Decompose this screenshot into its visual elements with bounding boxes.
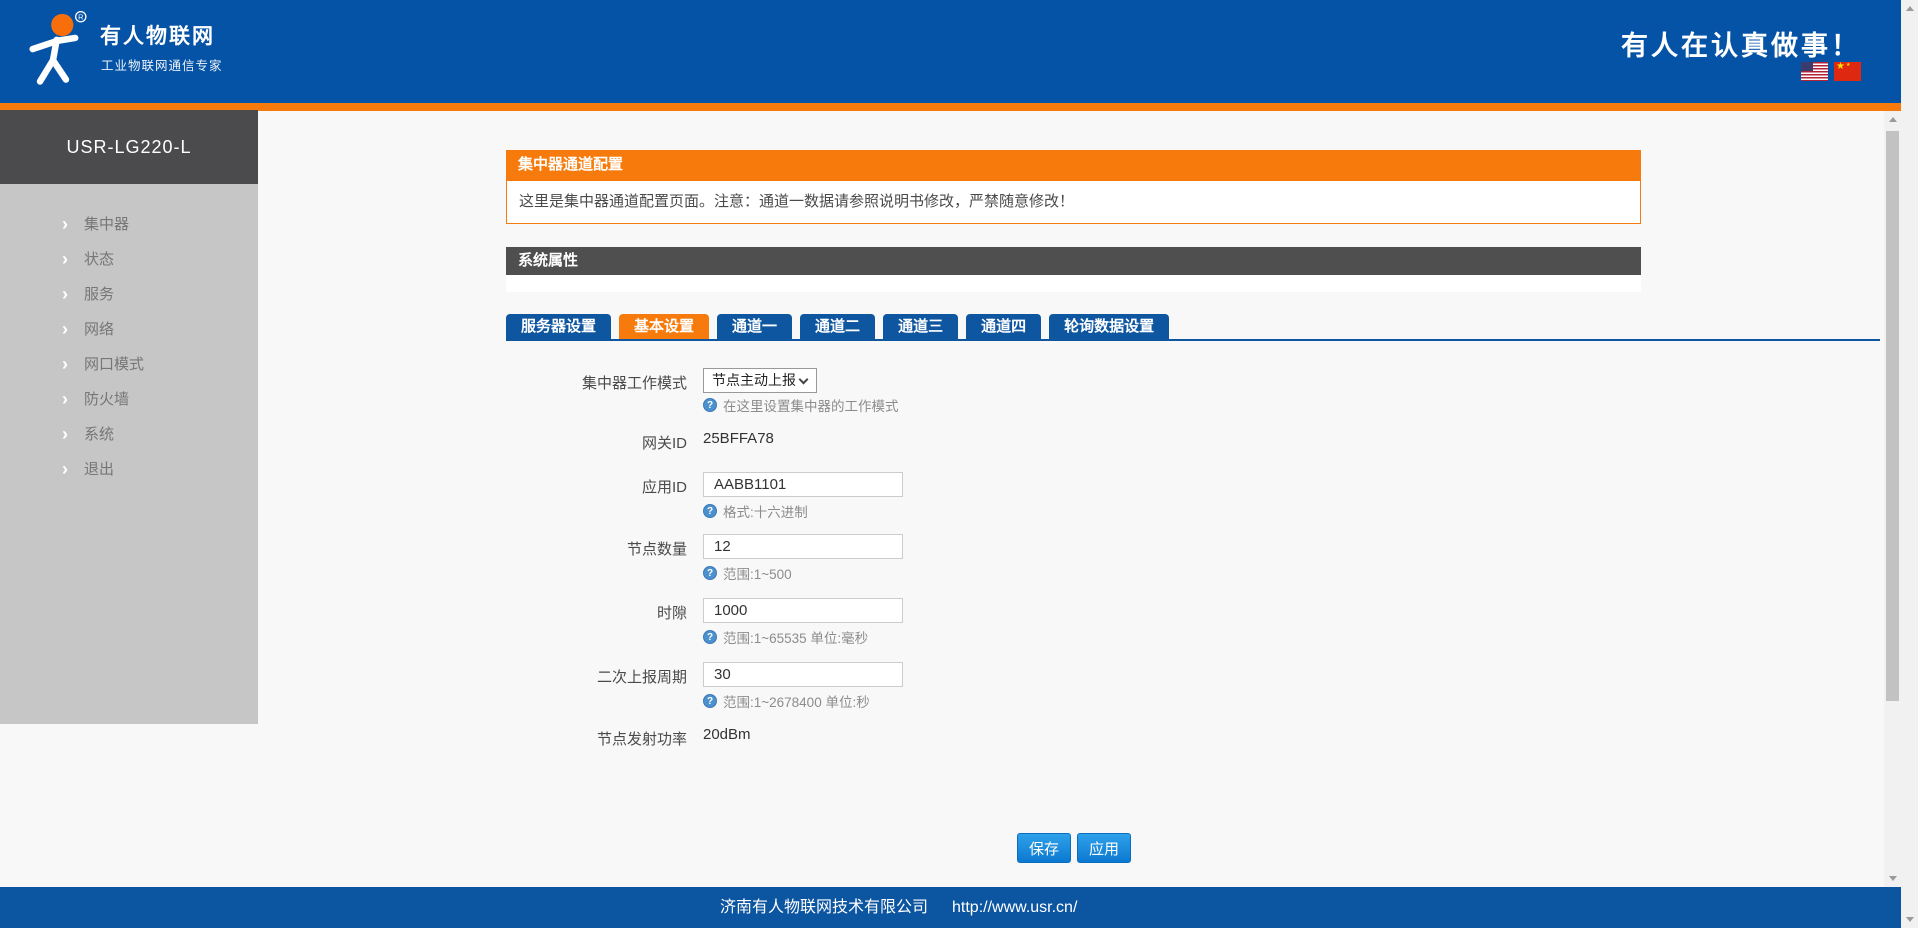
- tab-server-settings[interactable]: 服务器设置: [506, 314, 612, 339]
- sidebar-item-label: 集中器: [84, 216, 130, 233]
- sidebar-item-network[interactable]: › 网络: [0, 312, 258, 347]
- section-title: 系统属性: [506, 247, 1641, 275]
- time-slot-help: 范围:1~65535 单位:毫秒: [703, 629, 869, 646]
- settings-tabs: 服务器设置 基本设置 通道一 通道二 通道三 通道四 轮询数据设置: [506, 314, 1170, 339]
- chevron-right-icon: ›: [62, 389, 68, 409]
- chevron-down-icon: [798, 374, 809, 385]
- tab-channel-3[interactable]: 通道三: [883, 314, 959, 339]
- brand-tagline: 工业物联网通信专家: [101, 59, 223, 73]
- header-accent-stripe: [0, 103, 1901, 111]
- scroll-up-button[interactable]: [1884, 111, 1901, 128]
- chevron-right-icon: ›: [62, 424, 68, 444]
- top-header: R 有人物联网 工业物联网通信专家 有人在认真做事！: [0, 0, 1901, 103]
- help-icon: [703, 630, 717, 644]
- save-button[interactable]: 保存: [1017, 833, 1071, 863]
- sidebar-item-label: 状态: [84, 251, 115, 268]
- main-workspace: [0, 111, 1901, 887]
- node-count-label: 节点数量: [626, 541, 687, 558]
- time-slot-label: 时隙: [656, 605, 687, 622]
- footer-company: 济南有人物联网技术有限公司: [720, 899, 929, 916]
- header-slogan: 有人在认真做事！: [1621, 31, 1861, 61]
- scrollbar-thumb[interactable]: [1886, 131, 1899, 701]
- section-spacer: [506, 275, 1641, 292]
- node-tx-power-label: 节点发射功率: [596, 731, 687, 748]
- chevron-right-icon: ›: [62, 284, 68, 304]
- work-mode-selected-value: 节点主动上报: [712, 372, 796, 388]
- sidebar-item-label: 退出: [84, 461, 115, 478]
- gateway-id-value: 25BFFA78: [703, 430, 774, 447]
- tab-channel-2[interactable]: 通道二: [800, 314, 876, 339]
- us-flag-icon[interactable]: [1801, 62, 1828, 81]
- sidebar-item-label: 系统: [84, 426, 115, 443]
- sidebar-item-label: 网络: [84, 321, 115, 338]
- chevron-right-icon: ›: [62, 214, 68, 234]
- help-icon: [703, 566, 717, 580]
- second-report-period-help: 范围:1~2678400 单位:秒: [703, 693, 870, 710]
- help-text: 范围:1~500: [723, 567, 792, 582]
- tab-basic-settings[interactable]: 基本设置: [619, 314, 710, 339]
- arrow-down-icon: [1905, 917, 1914, 922]
- chevron-right-icon: ›: [62, 249, 68, 269]
- brand-name: 有人物联网: [100, 25, 215, 48]
- second-report-period-label: 二次上报周期: [596, 669, 687, 686]
- footer-bar: 济南有人物联网技术有限公司 http://www.usr.cn/: [0, 887, 1901, 928]
- app-id-input[interactable]: [703, 472, 903, 497]
- sidebar-item-system[interactable]: › 系统: [0, 417, 258, 452]
- sidebar-item-firewall[interactable]: › 防火墙: [0, 382, 258, 417]
- scroll-up-button[interactable]: [1901, 0, 1918, 17]
- cn-flag-icon[interactable]: [1834, 61, 1861, 81]
- page-title: 集中器通道配置: [506, 150, 1641, 180]
- svg-text:R: R: [78, 12, 83, 21]
- node-count-help: 范围:1~500: [703, 565, 792, 582]
- sidebar-item-logout[interactable]: › 退出: [0, 452, 258, 487]
- tab-poll-data-settings[interactable]: 轮询数据设置: [1049, 314, 1170, 339]
- chevron-right-icon: ›: [62, 459, 68, 479]
- language-switcher: [1801, 61, 1861, 81]
- work-mode-select[interactable]: 节点主动上报: [703, 368, 817, 393]
- help-text: 在这里设置集中器的工作模式: [723, 399, 899, 414]
- help-text: 范围:1~65535 单位:毫秒: [723, 631, 869, 646]
- app-id-label: 应用ID: [641, 479, 687, 496]
- arrow-down-icon: [1888, 876, 1897, 881]
- arrow-up-icon: [1905, 6, 1914, 11]
- tab-channel-1[interactable]: 通道一: [717, 314, 793, 339]
- chevron-right-icon: ›: [62, 354, 68, 374]
- footer-url-link[interactable]: http://www.usr.cn/: [952, 887, 1077, 928]
- arrow-up-icon: [1888, 117, 1897, 122]
- inner-scrollbar[interactable]: [1884, 111, 1901, 887]
- sidebar-nav: › 集中器 › 状态 › 服务 › 网络 › 网口模式 › 防火墙 › 系统 ›…: [0, 184, 258, 724]
- chevron-right-icon: ›: [62, 319, 68, 339]
- help-icon: [703, 398, 717, 412]
- sidebar-item-label: 服务: [84, 286, 115, 303]
- device-model-title: USR-LG220-L: [0, 110, 258, 184]
- footer-content: 济南有人物联网技术有限公司 http://www.usr.cn/: [720, 887, 1077, 928]
- work-mode-help: 在这里设置集中器的工作模式: [703, 397, 899, 414]
- outer-scrollbar[interactable]: [1901, 0, 1918, 928]
- scroll-down-button[interactable]: [1884, 870, 1901, 887]
- sidebar-item-port-mode[interactable]: › 网口模式: [0, 347, 258, 382]
- second-report-period-input[interactable]: [703, 662, 903, 687]
- help-text: 范围:1~2678400 单位:秒: [723, 695, 870, 710]
- page-notice: 这里是集中器通道配置页面。注意：通道一数据请参照说明书修改，严禁随意修改！: [506, 180, 1641, 224]
- sidebar-item-status[interactable]: › 状态: [0, 242, 258, 277]
- apply-button[interactable]: 应用: [1077, 833, 1131, 863]
- sidebar-item-label: 防火墙: [84, 391, 130, 408]
- tabs-underline: [506, 339, 1880, 341]
- app-id-help: 格式:十六进制: [703, 503, 808, 520]
- node-count-input[interactable]: [703, 534, 903, 559]
- usr-logo-icon: R: [16, 8, 90, 97]
- time-slot-input[interactable]: [703, 598, 903, 623]
- tab-channel-4[interactable]: 通道四: [966, 314, 1042, 339]
- sidebar-item-concentrator[interactable]: › 集中器: [0, 207, 258, 242]
- help-icon: [703, 694, 717, 708]
- gateway-id-label: 网关ID: [641, 435, 687, 452]
- node-tx-power-value: 20dBm: [703, 726, 751, 743]
- sidebar-item-services[interactable]: › 服务: [0, 277, 258, 312]
- scroll-down-button[interactable]: [1901, 911, 1918, 928]
- work-mode-label: 集中器工作模式: [581, 375, 687, 392]
- help-text: 格式:十六进制: [723, 505, 808, 520]
- help-icon: [703, 504, 717, 518]
- sidebar-item-label: 网口模式: [84, 356, 145, 373]
